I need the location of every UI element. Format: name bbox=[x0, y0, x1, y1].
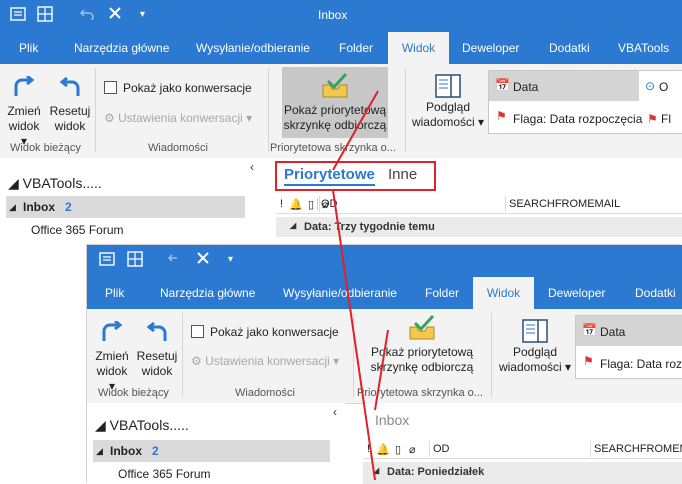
annotation-arrow-line bbox=[374, 329, 389, 411]
annotation-overlay bbox=[275, 90, 436, 481]
annotation-highlight-box bbox=[275, 161, 436, 191]
annotation-arrow-line bbox=[332, 189, 376, 481]
annotation-arrow-line bbox=[332, 90, 379, 171]
